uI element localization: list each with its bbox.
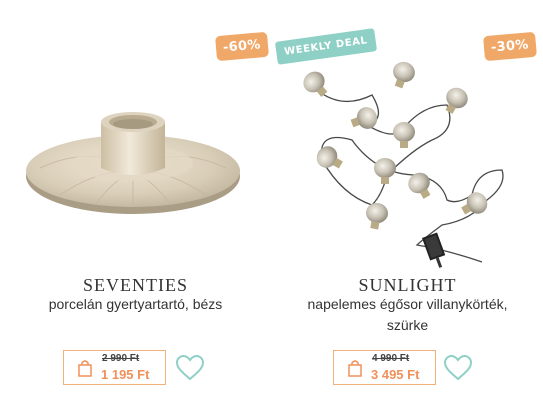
sale-price: 3 495 Ft xyxy=(371,367,420,382)
sale-price: 1 195 Ft xyxy=(101,367,150,382)
old-price: 2 990 Ft xyxy=(102,353,140,364)
product-name[interactable]: SUNLIGHT xyxy=(272,275,543,296)
product-description: napelemes égősor villanykörték, szürke xyxy=(307,296,508,333)
shopping-bag-icon xyxy=(78,360,92,377)
product-card[interactable]: WEEKLY DEAL -30% SUNLIGHT napelemes égős… xyxy=(272,0,543,400)
heart-icon[interactable] xyxy=(444,355,472,381)
discount-badge: -30% xyxy=(483,31,537,62)
add-to-cart-button[interactable]: 2 990 Ft 1 195 Ft xyxy=(63,350,166,385)
bulb-group xyxy=(303,61,488,230)
product-card[interactable]: -60% SEVENTIES porcelán gyertyartartó, b… xyxy=(0,0,271,400)
shopping-bag-icon xyxy=(348,360,362,377)
product-description: porcelán gyertyartartó, bézs xyxy=(48,296,223,312)
old-price: 4 990 Ft xyxy=(372,353,410,364)
product-name[interactable]: SEVENTIES xyxy=(0,275,271,296)
discount-badge: -60% xyxy=(215,31,269,62)
heart-icon[interactable] xyxy=(176,355,204,381)
add-to-cart-button[interactable]: 4 990 Ft 3 495 Ft xyxy=(333,350,436,385)
product-grid: -60% SEVENTIES porcelán gyertyartartó, b… xyxy=(0,0,543,400)
